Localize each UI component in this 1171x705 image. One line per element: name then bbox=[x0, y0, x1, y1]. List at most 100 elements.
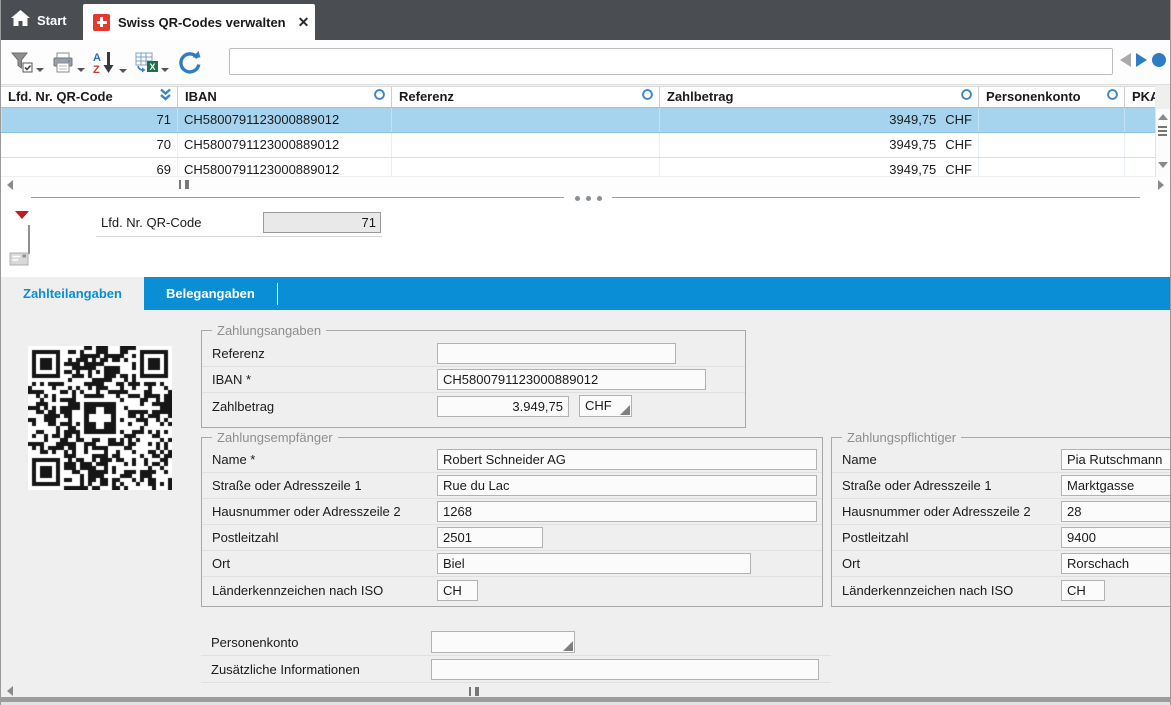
name-label: Name bbox=[842, 452, 1061, 467]
group-legend: Zahlungsempfänger bbox=[212, 430, 338, 445]
cell-nr: 71 bbox=[1, 108, 177, 132]
record-card-icon[interactable] bbox=[9, 250, 30, 270]
splitter-dots-icon[interactable] bbox=[564, 192, 612, 204]
laenderkennzeichen-label: Länderkennzeichen nach ISO bbox=[212, 583, 437, 598]
form-scroll-left-icon[interactable] bbox=[7, 686, 13, 696]
grid-rows: 71 CH5800791123000889012 3949,75CHF 70 C… bbox=[1, 108, 1155, 176]
empfaenger-plz-input[interactable] bbox=[437, 527, 543, 548]
currency-combo[interactable]: CHF bbox=[579, 395, 632, 417]
print-dropdown-caret[interactable] bbox=[77, 68, 85, 72]
print-button[interactable] bbox=[50, 49, 87, 80]
column-header-referenz[interactable]: Referenz bbox=[391, 87, 659, 107]
lfd-nr-field[interactable] bbox=[263, 212, 381, 233]
zusatz-input[interactable] bbox=[431, 659, 819, 680]
pflichtiger-ort-input[interactable] bbox=[1061, 553, 1171, 574]
cell-referenz bbox=[391, 108, 659, 132]
pflichtiger-strasse-input[interactable] bbox=[1061, 475, 1171, 496]
column-header-personenkonto[interactable]: Personenkonto bbox=[978, 87, 1124, 107]
plz-label: Postleitzahl bbox=[842, 530, 1061, 545]
column-label: IBAN bbox=[185, 87, 217, 107]
tab-start[interactable]: Start bbox=[0, 0, 78, 40]
cell-iban: CH5800791123000889012 bbox=[177, 158, 391, 176]
empfaenger-iso-input[interactable] bbox=[437, 580, 478, 601]
scroll-thumb[interactable] bbox=[1158, 126, 1167, 136]
personenkonto-label: Personenkonto bbox=[211, 635, 431, 650]
column-header-lfd-nr[interactable]: Lfd. Nr. QR-Code bbox=[1, 87, 177, 107]
personenkonto-row: Personenkonto bbox=[201, 629, 831, 656]
column-header-zahlbetrag[interactable]: Zahlbetrag bbox=[659, 87, 978, 107]
refresh-button[interactable] bbox=[175, 48, 205, 81]
hausnummer-label: Hausnummer oder Adresszeile 2 bbox=[842, 504, 1061, 519]
pflichtiger-name-input[interactable] bbox=[1061, 449, 1171, 470]
empfaenger-name-input[interactable] bbox=[437, 449, 817, 470]
cell-referenz bbox=[391, 133, 659, 157]
hausnummer-label: Hausnummer oder Adresszeile 2 bbox=[212, 504, 437, 519]
filter-circle-icon[interactable] bbox=[1106, 87, 1119, 107]
empfaenger-ort-input[interactable] bbox=[437, 553, 751, 574]
scroll-grip[interactable] bbox=[179, 180, 189, 189]
column-header-pka[interactable]: PKA bbox=[1124, 87, 1155, 107]
zahlbetrag-input[interactable] bbox=[437, 396, 569, 417]
cell-zahlbetrag: 3949,75CHF bbox=[659, 108, 978, 132]
tab-belegangaben[interactable]: Belegangaben bbox=[144, 277, 277, 310]
combo-corner-icon bbox=[620, 405, 630, 415]
referenz-input[interactable] bbox=[437, 343, 676, 364]
plz-label: Postleitzahl bbox=[212, 530, 437, 545]
column-header-iban[interactable]: IBAN bbox=[177, 87, 391, 107]
qr-code bbox=[28, 346, 172, 490]
cell-iban: CH5800791123000889012 bbox=[177, 133, 391, 157]
export-dropdown-caret[interactable] bbox=[161, 68, 169, 72]
scroll-right-icon[interactable] bbox=[1158, 180, 1164, 190]
svg-text:A: A bbox=[93, 52, 101, 64]
nav-next-icon[interactable] bbox=[1136, 53, 1147, 67]
iban-input[interactable] bbox=[437, 369, 706, 390]
group-zahlungsangaben: Zahlungsangaben Referenz IBAN * Zahlbetr… bbox=[201, 330, 746, 428]
empfaenger-hausnummer-input[interactable] bbox=[437, 501, 817, 522]
grid-vertical-scrollbar[interactable] bbox=[1155, 109, 1170, 177]
filter-dropdown-caret[interactable] bbox=[36, 68, 44, 72]
scroll-left-icon[interactable] bbox=[7, 180, 13, 190]
column-label: Personenkonto bbox=[986, 87, 1081, 107]
tab-swiss-qr-codes[interactable]: Swiss QR-Codes verwalten ✕ bbox=[83, 4, 315, 40]
zusatz-label: Zusätzliche Informationen bbox=[211, 662, 431, 677]
printer-icon bbox=[52, 52, 75, 77]
splitter-handle[interactable] bbox=[1, 192, 1170, 204]
pflichtiger-hausnummer-input[interactable] bbox=[1061, 501, 1171, 522]
form-scroll-grip[interactable] bbox=[469, 687, 479, 696]
group-legend: Zahlungspflichtiger bbox=[842, 430, 961, 445]
filter-circle-icon[interactable] bbox=[641, 87, 654, 107]
record-nav bbox=[1120, 53, 1166, 67]
column-label: Lfd. Nr. QR-Code bbox=[8, 87, 113, 107]
personenkonto-combo[interactable] bbox=[431, 631, 575, 653]
cell-personenkonto bbox=[978, 108, 1124, 132]
sort-desc-icon[interactable] bbox=[159, 87, 172, 107]
tab-separator bbox=[277, 283, 278, 305]
pflichtiger-plz-input[interactable] bbox=[1061, 527, 1171, 548]
table-row[interactable]: 69 CH5800791123000889012 3949,75CHF bbox=[1, 158, 1155, 176]
cell-nr: 69 bbox=[1, 158, 177, 176]
record-marker-icon bbox=[15, 211, 29, 219]
iban-label: IBAN * bbox=[212, 372, 437, 387]
filter-circle-icon[interactable] bbox=[960, 87, 973, 107]
scroll-down-icon[interactable] bbox=[1158, 162, 1168, 168]
close-tab-icon[interactable]: ✕ bbox=[298, 14, 310, 31]
window-border-left bbox=[0, 0, 1, 705]
toolbar-buttons: A Z X bbox=[9, 48, 205, 81]
cell-pka bbox=[1124, 158, 1155, 176]
grid-horizontal-scrollbar[interactable] bbox=[1, 177, 1170, 192]
scroll-up-icon[interactable] bbox=[1158, 114, 1168, 120]
search-input[interactable] bbox=[229, 48, 1113, 75]
sort-button[interactable]: A Z bbox=[91, 48, 129, 81]
table-row[interactable]: 70 CH5800791123000889012 3949,75CHF bbox=[1, 133, 1155, 158]
export-excel-button[interactable]: X bbox=[133, 49, 171, 80]
table-row[interactable]: 71 CH5800791123000889012 3949,75CHF bbox=[1, 108, 1155, 133]
empfaenger-strasse-input[interactable] bbox=[437, 475, 817, 496]
filter-circle-icon[interactable] bbox=[373, 87, 386, 107]
nav-prev-icon[interactable] bbox=[1120, 53, 1131, 67]
sort-dropdown-caret[interactable] bbox=[119, 69, 127, 73]
cell-referenz bbox=[391, 158, 659, 176]
nav-current-icon[interactable] bbox=[1152, 53, 1166, 67]
pflichtiger-iso-input[interactable] bbox=[1061, 580, 1105, 601]
filter-button[interactable] bbox=[9, 49, 46, 80]
tab-zahlteilangaben[interactable]: Zahlteilangaben bbox=[1, 277, 144, 310]
